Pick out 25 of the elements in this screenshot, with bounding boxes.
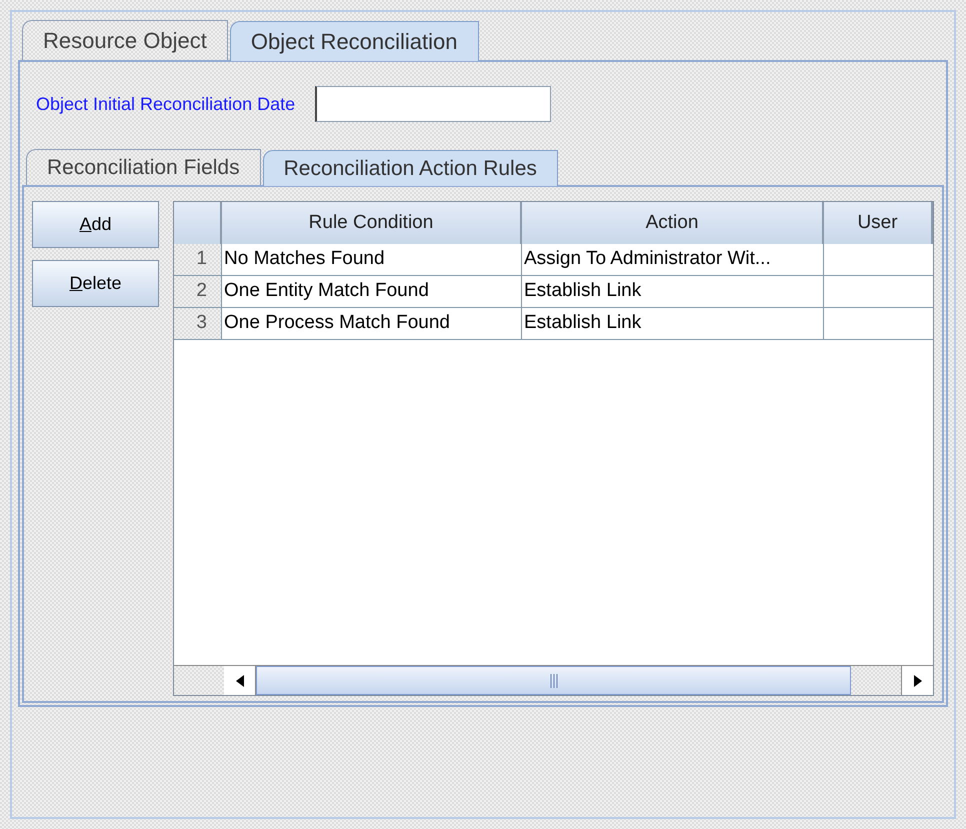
column-header[interactable]: Rule Condition (222, 202, 522, 244)
column-header[interactable]: User (824, 202, 933, 244)
table-cell: One Entity Match Found (222, 276, 522, 307)
row-number: 2 (174, 276, 222, 307)
column-header[interactable]: Action (522, 202, 824, 244)
grip-icon (550, 674, 558, 688)
row-number: 3 (174, 308, 222, 339)
scrollbar-thumb[interactable] (256, 666, 851, 695)
date-field[interactable] (315, 86, 552, 122)
right-triangle-icon (914, 674, 922, 686)
row-number: 1 (174, 244, 222, 275)
table-cell: No Matches Found (222, 244, 522, 275)
push-button[interactable]: Add (32, 201, 159, 248)
table-cell: Establish Link (522, 308, 824, 339)
tab[interactable]: Reconciliation Fields (26, 149, 261, 185)
field-label: Object Initial Reconciliation Date (36, 92, 296, 116)
left-triangle-icon (236, 674, 244, 686)
table-corner (174, 202, 222, 244)
tab[interactable]: Object Reconciliation (230, 21, 479, 61)
table-cell: Establish Link (522, 276, 824, 307)
tab[interactable]: Reconciliation Action Rules (262, 150, 558, 186)
push-button[interactable]: Delete (32, 260, 159, 307)
table-cell: One Process Match Found (222, 308, 522, 339)
table-cell: Assign To Administrator Wit... (522, 244, 824, 275)
tab[interactable]: Resource Object (22, 20, 228, 60)
